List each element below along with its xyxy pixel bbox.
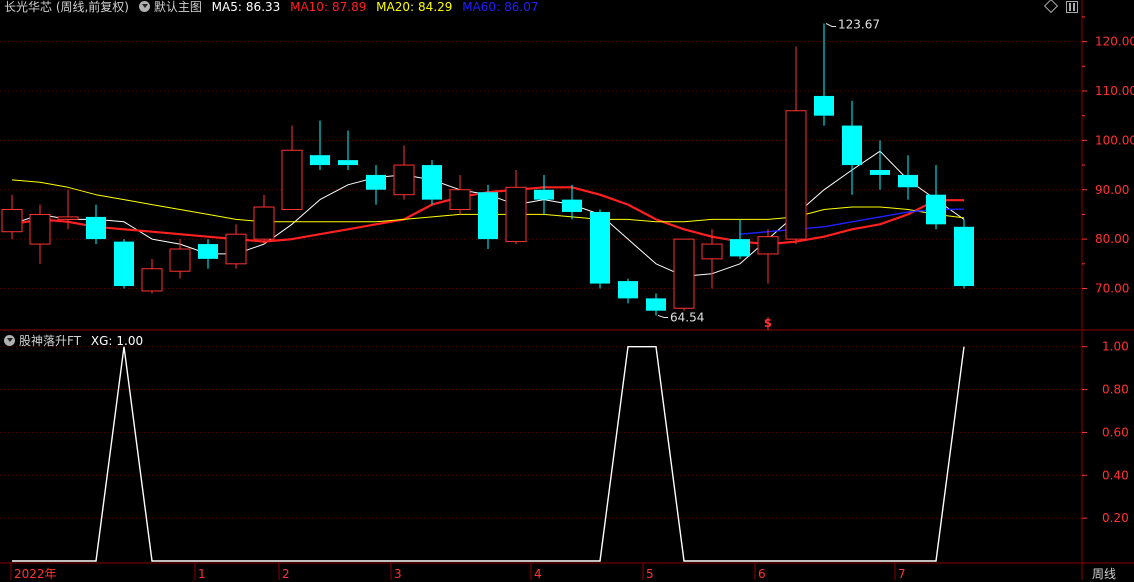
candle-body	[505, 186, 527, 243]
candle-body	[449, 189, 471, 210]
candle-body	[842, 125, 862, 166]
price-tick-label: 120.00	[1095, 35, 1134, 49]
period-label[interactable]: 周线	[1092, 565, 1116, 582]
candle-body	[730, 239, 750, 257]
xg-label: XG: 1.00	[90, 334, 144, 348]
candle-body	[169, 248, 191, 272]
candle-body	[29, 213, 51, 245]
time-tick-label: 2	[282, 567, 290, 580]
candle-body	[898, 174, 918, 188]
price-tick-label: 90.00	[1095, 183, 1129, 197]
candle	[114, 239, 134, 289]
candle	[590, 209, 610, 289]
kline-chart[interactable]: 70.00 80.00 90.00 100.00 110.00 120.00 0.20 0.…	[0, 0, 1134, 580]
stock-title: 长光华芯 (周线,前复权)	[4, 0, 129, 14]
candle-body	[926, 194, 946, 225]
indicator-header: 股神落升FT XG: 1.00	[4, 332, 149, 349]
indicator-tick-label: 0.20	[1102, 511, 1129, 525]
template-selector[interactable]: 默认主图	[138, 0, 202, 14]
candle-body	[310, 155, 330, 166]
candle-body	[646, 298, 666, 311]
candle-body	[57, 216, 79, 220]
time-tick-label: 2022年	[14, 567, 57, 580]
extreme-price-label: 123.67	[838, 18, 880, 32]
ma10-label: MA10: 87.89	[290, 0, 367, 14]
candle-body	[338, 160, 358, 166]
ma20-label: MA20: 84.29	[376, 0, 453, 14]
indicator-tick-label: 0.40	[1102, 468, 1129, 482]
price-tick-label: 70.00	[1095, 282, 1129, 296]
candle-body	[534, 189, 554, 200]
candle-body	[393, 164, 415, 196]
candle-body	[281, 149, 303, 210]
time-tick-label: 4	[534, 567, 542, 580]
candle-body	[86, 216, 106, 240]
candle-body	[701, 243, 723, 260]
candle	[954, 219, 974, 289]
candle-body	[141, 268, 163, 292]
candle-body	[1, 209, 23, 233]
time-tick-label: 3	[394, 567, 402, 580]
price-tick-label: 110.00	[1095, 84, 1134, 98]
candle-body	[785, 110, 807, 240]
candle-body	[422, 165, 442, 200]
panel-settings-icon[interactable]	[1066, 1, 1078, 13]
candle-body	[673, 238, 695, 309]
candle-body	[253, 206, 275, 240]
ma5-label: MA5: 86.33	[211, 0, 281, 14]
price-tick-label: 80.00	[1095, 232, 1129, 246]
candle-body	[114, 241, 134, 287]
candle-body	[954, 226, 974, 287]
time-tick-label: 5	[646, 567, 654, 580]
candle-body	[478, 192, 498, 240]
ma60-label: MA60: 86.07	[462, 0, 539, 14]
candle-body	[618, 281, 638, 299]
candle-body	[870, 170, 890, 175]
candle-body	[225, 233, 247, 265]
time-tick-label: 1	[198, 567, 206, 580]
price-tick-label: 100.00	[1095, 133, 1134, 147]
candle-body	[366, 174, 386, 190]
candle-body	[814, 95, 834, 116]
candle-body	[562, 199, 582, 212]
main-chart-header: 长光华芯 (周线,前复权) 默认主图 MA5: 86.33 MA10: 87.89 …	[4, 0, 544, 15]
extreme-price-label: 64.54	[670, 310, 704, 324]
indicator-tick-label: 1.00	[1102, 340, 1129, 354]
time-tick-label: 6	[758, 567, 766, 580]
indicator-tick-label: 0.80	[1102, 383, 1129, 397]
indicator-tick-label: 0.60	[1102, 425, 1129, 439]
chart-background	[0, 0, 1134, 580]
indicator-dropdown-icon[interactable]	[4, 335, 15, 346]
candle	[673, 238, 695, 311]
candle-body	[590, 211, 610, 284]
indicator-name[interactable]: 股神落升FT	[19, 334, 81, 348]
candle-body	[198, 244, 218, 259]
candle	[422, 160, 442, 205]
dropdown-icon[interactable]	[138, 1, 150, 12]
time-tick-label: 7	[898, 567, 906, 580]
candle-body	[757, 236, 779, 255]
